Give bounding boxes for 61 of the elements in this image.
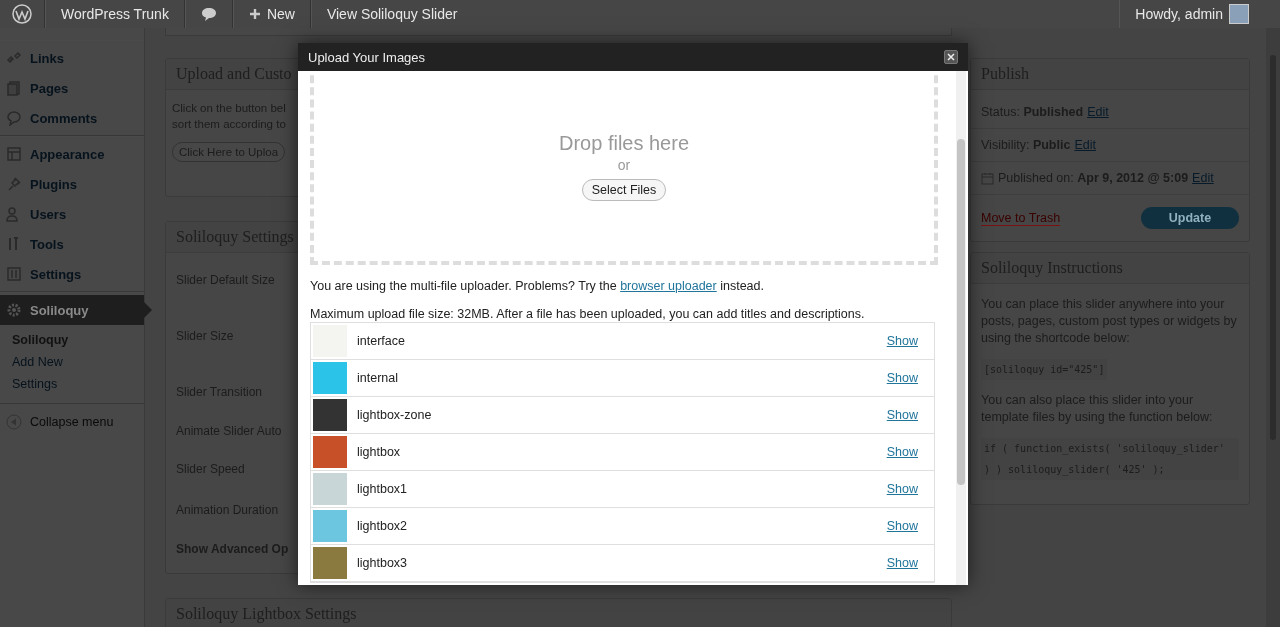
browser-uploader-link[interactable]: browser uploader bbox=[620, 279, 717, 293]
photo-placeholder bbox=[313, 473, 347, 505]
or-text: or bbox=[617, 156, 631, 173]
new-link[interactable]: New bbox=[248, 6, 295, 22]
photo-placeholder bbox=[313, 399, 347, 431]
show-link[interactable]: Show bbox=[886, 482, 918, 496]
max-size-text: Maximum upload file size: 32MB. After a file has been uploaded, you can add titles and descriptions. bbox=[310, 307, 866, 321]
show-link[interactable]: Show bbox=[886, 519, 918, 533]
greeting-link[interactable]: Howdy, admin bbox=[1135, 6, 1223, 22]
collapse-menu-button[interactable]: Collapse menu bbox=[0, 404, 144, 440]
sliders-icon bbox=[6, 266, 22, 282]
file-name: lightbox3 bbox=[357, 556, 409, 570]
menu-item[interactable]: Users bbox=[0, 199, 144, 229]
drop-title: Drop files here bbox=[558, 131, 690, 155]
submenu-item[interactable]: Add New bbox=[0, 351, 144, 373]
speech-bubble-icon[interactable] bbox=[200, 7, 217, 21]
menu-item[interactable]: Settings bbox=[0, 259, 144, 289]
menu-item[interactable]: Pages bbox=[0, 73, 144, 103]
calendar-icon bbox=[981, 171, 994, 185]
window-icon bbox=[6, 146, 22, 162]
link-icon bbox=[6, 50, 22, 66]
speech-bubble-icon bbox=[6, 110, 22, 126]
submenu-item[interactable]: Settings bbox=[0, 373, 144, 395]
gear-icon bbox=[6, 302, 22, 318]
file-name: lightbox bbox=[357, 445, 402, 459]
close-button[interactable] bbox=[944, 50, 958, 64]
photo-placeholder bbox=[313, 362, 347, 394]
site-name-link[interactable]: WordPress Trunk bbox=[61, 6, 169, 22]
file-name: lightbox2 bbox=[357, 519, 409, 533]
avatar-photo bbox=[1229, 4, 1249, 24]
photo-placeholder bbox=[313, 436, 347, 468]
menu-item[interactable]: Comments bbox=[0, 103, 144, 133]
photo-placeholder bbox=[313, 547, 347, 579]
edit-link[interactable]: Edit bbox=[1087, 105, 1109, 119]
view-slider-link[interactable]: View Soliloquy Slider bbox=[326, 6, 458, 22]
edit-link[interactable]: Edit bbox=[1192, 171, 1214, 185]
menu-item[interactable]: Tools bbox=[0, 229, 144, 259]
photo-placeholder bbox=[313, 510, 347, 542]
move-to-trash-link[interactable]: Move to Trash bbox=[981, 210, 1061, 226]
file-name: lightbox-zone bbox=[357, 408, 433, 422]
file-name: interface bbox=[357, 334, 406, 348]
file-name: lightbox1 bbox=[357, 482, 409, 496]
show-link[interactable]: Show bbox=[886, 334, 918, 348]
file-name: internal bbox=[357, 371, 399, 385]
show-link[interactable]: Show bbox=[886, 556, 918, 570]
plug-icon bbox=[6, 176, 22, 192]
show-link[interactable]: Show bbox=[886, 445, 918, 459]
logo-icon[interactable] bbox=[12, 4, 32, 24]
show-link[interactable]: Show bbox=[886, 408, 918, 422]
menu-item[interactable]: Plugins bbox=[0, 169, 144, 199]
edit-link[interactable]: Edit bbox=[1074, 138, 1096, 152]
menu-item[interactable]: Links bbox=[0, 43, 144, 73]
scrollbar-thumb[interactable] bbox=[957, 139, 965, 485]
plus-icon bbox=[248, 8, 261, 20]
uploader-note: You are using the multi-file uploader. Problems? Try the browser uploader instead. bbox=[310, 279, 765, 293]
submenu-item[interactable]: Soliloquy bbox=[0, 329, 144, 351]
menu-item[interactable]: Appearance bbox=[0, 139, 144, 169]
select-files-button[interactable]: Select Files bbox=[581, 178, 667, 201]
show-link[interactable]: Show bbox=[886, 371, 918, 385]
pages-icon bbox=[6, 80, 22, 96]
update-button[interactable]: Update bbox=[1141, 207, 1239, 229]
